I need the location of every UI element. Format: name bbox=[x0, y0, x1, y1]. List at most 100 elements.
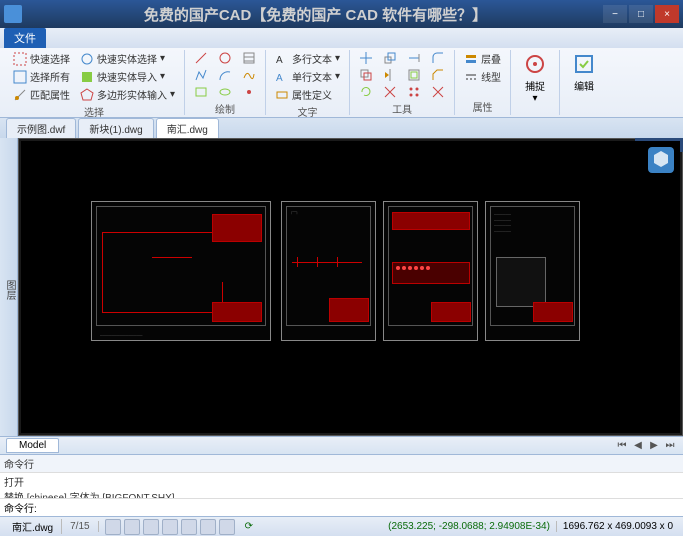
ribbon-group-label: 绘制 bbox=[191, 100, 259, 117]
snap-toggle[interactable] bbox=[105, 519, 121, 535]
app-logo bbox=[4, 5, 22, 23]
drawing-sheet: ─────────────── bbox=[91, 201, 271, 341]
ellipse-tool[interactable] bbox=[215, 84, 235, 100]
move-tool[interactable] bbox=[356, 50, 376, 66]
maximize-button[interactable]: □ bbox=[629, 5, 653, 23]
ribbon-group-props: 层叠 线型 属性 bbox=[455, 50, 511, 115]
ribbon: 快速选择 选择所有 匹配属性 快速实体选择▾ 快速实体导入▾ 多边形实体输入▾ … bbox=[0, 48, 683, 118]
ribbon-group-select: 快速选择 选择所有 匹配属性 快速实体选择▾ 快速实体导入▾ 多边形实体输入▾ … bbox=[4, 50, 185, 115]
array-tool[interactable] bbox=[404, 84, 424, 100]
fillet-tool[interactable] bbox=[428, 50, 448, 66]
point-tool[interactable] bbox=[239, 84, 259, 100]
edit-button[interactable]: 编辑 bbox=[566, 50, 602, 95]
polyline-tool[interactable] bbox=[191, 67, 211, 83]
titlebar: 免费的国产CAD【免费的国产 CAD 软件有哪些？】 − □ × bbox=[0, 0, 683, 28]
drawing-canvas[interactable]: ─────────────── ┌─┐ bbox=[21, 141, 680, 433]
model-tab[interactable]: Model bbox=[6, 438, 59, 453]
copy-tool[interactable] bbox=[356, 67, 376, 83]
quick-entity-import-button[interactable]: 快速实体导入▾ bbox=[77, 68, 178, 85]
status-file: 南汇.dwg bbox=[4, 519, 62, 534]
ribbon-group-draw: 绘制 bbox=[185, 50, 266, 115]
document-tabs: 示例图.dwf 新块(1).dwg 南汇.dwg bbox=[0, 118, 683, 138]
viewcube-icon[interactable] bbox=[648, 147, 674, 173]
statusbar: 南汇.dwg 7/15 ⟳ (2653.225; -298.0688; 2.94… bbox=[0, 516, 683, 536]
spline-tool[interactable] bbox=[239, 67, 259, 83]
drawing-sheet: ──────────────────────── bbox=[485, 201, 580, 341]
status-coords: (2653.225; -298.0688; 2.94908E-34) bbox=[382, 521, 556, 532]
mirror-tool[interactable] bbox=[380, 67, 400, 83]
extend-tool[interactable] bbox=[404, 50, 424, 66]
scale-tool[interactable] bbox=[380, 50, 400, 66]
close-button[interactable]: × bbox=[655, 5, 679, 23]
circle-tool[interactable] bbox=[215, 50, 235, 66]
chamfer-tool[interactable] bbox=[428, 67, 448, 83]
doc-tab[interactable]: 新块(1).dwg bbox=[78, 118, 153, 138]
snap-button[interactable]: 捕捉▾ bbox=[517, 50, 553, 106]
command-input[interactable] bbox=[37, 502, 679, 513]
polygon-entity-input-button[interactable]: 多边形实体输入▾ bbox=[77, 86, 178, 103]
otrack-toggle[interactable] bbox=[200, 519, 216, 535]
line-tool[interactable] bbox=[191, 50, 211, 66]
tab-nav-first[interactable]: ⏮ bbox=[615, 439, 629, 453]
command-header: 命令行 bbox=[0, 455, 683, 472]
ribbon-group-tools: 工具 bbox=[350, 50, 455, 115]
menubar: 文件 bbox=[0, 28, 683, 48]
workspace: 图层 左侧栏 − ❐ × ─────────────── bbox=[0, 138, 683, 436]
tab-nav-prev[interactable]: ◀ bbox=[631, 439, 645, 453]
layers-button[interactable]: 层叠 bbox=[461, 50, 504, 67]
log-line: 打开 bbox=[4, 474, 679, 489]
attdef-button[interactable]: 属性定义 bbox=[272, 86, 343, 103]
osnap-toggle[interactable] bbox=[181, 519, 197, 535]
tab-nav-last[interactable]: ⏭ bbox=[663, 439, 677, 453]
grid-toggle[interactable] bbox=[124, 519, 140, 535]
tab-nav: ⏮ ◀ ▶ ⏭ bbox=[615, 439, 677, 453]
arc-tool[interactable] bbox=[215, 67, 235, 83]
command-area: 命令行 打开 替换 [chinese] 字体为 [BIGFONT.SHX] 命令… bbox=[0, 454, 683, 516]
polar-toggle[interactable] bbox=[162, 519, 178, 535]
command-prompt: 命令行: bbox=[0, 498, 683, 516]
explode-tool[interactable] bbox=[428, 84, 448, 100]
svg-text:A: A bbox=[276, 73, 283, 84]
lwt-toggle[interactable] bbox=[219, 519, 235, 535]
model-layout-tabs: Model ⏮ ◀ ▶ ⏭ bbox=[0, 436, 683, 454]
ribbon-group-label: 工具 bbox=[356, 100, 448, 117]
rotate-tool[interactable] bbox=[356, 84, 376, 100]
log-line: 替换 [chinese] 字体为 [BIGFONT.SHX] bbox=[4, 489, 679, 498]
select-all-button[interactable]: 选择所有 bbox=[10, 68, 73, 85]
tab-nav-next[interactable]: ▶ bbox=[647, 439, 661, 453]
prompt-label: 命令行: bbox=[4, 500, 37, 515]
mtext-button[interactable]: A多行文本▾ bbox=[272, 50, 343, 67]
ribbon-group-snap: 捕捉▾ bbox=[511, 50, 560, 115]
window-title: 免费的国产CAD【免费的国产 CAD 软件有哪些？】 bbox=[28, 4, 603, 25]
ribbon-group-label: 属性 bbox=[461, 98, 504, 115]
status-scale: 1696.762 x 469.0093 x 0 bbox=[556, 521, 679, 532]
ribbon-group-text: A多行文本▾ A单行文本▾ 属性定义 文字 bbox=[266, 50, 350, 115]
canvas-viewport[interactable]: − ❐ × ─────────────── bbox=[18, 138, 683, 436]
quick-select-button[interactable]: 快速选择 bbox=[10, 50, 73, 67]
minimize-button[interactable]: − bbox=[603, 5, 627, 23]
side-panel[interactable]: 图层 左侧栏 bbox=[0, 138, 18, 436]
status-toggles bbox=[99, 519, 241, 535]
drawing-sheet: ┌─┐ bbox=[281, 201, 376, 341]
doc-tab[interactable]: 示例图.dwf bbox=[6, 118, 76, 138]
hatch-tool[interactable] bbox=[239, 50, 259, 66]
ribbon-group-label: 文字 bbox=[272, 103, 343, 120]
drawing-sheet bbox=[383, 201, 478, 341]
trim-tool[interactable] bbox=[380, 84, 400, 100]
window-controls: − □ × bbox=[603, 5, 679, 23]
linetype-button[interactable]: 线型 bbox=[461, 68, 504, 85]
side-tab-layers[interactable]: 图层 bbox=[2, 280, 17, 300]
rect-tool[interactable] bbox=[191, 84, 211, 100]
doc-tab-active[interactable]: 南汇.dwg bbox=[156, 118, 219, 138]
status-page: 7/15 bbox=[62, 521, 98, 532]
refresh-icon[interactable]: ⟳ bbox=[241, 521, 257, 532]
offset-tool[interactable] bbox=[404, 67, 424, 83]
match-props-button[interactable]: 匹配属性 bbox=[10, 86, 73, 103]
command-log: 打开 替换 [chinese] 字体为 [BIGFONT.SHX] bbox=[0, 472, 683, 498]
ribbon-group-edit: 编辑 bbox=[560, 50, 608, 115]
svg-text:A: A bbox=[276, 55, 283, 66]
quick-entity-select-button[interactable]: 快速实体选择▾ bbox=[77, 50, 178, 67]
ortho-toggle[interactable] bbox=[143, 519, 159, 535]
file-menu-tab[interactable]: 文件 bbox=[4, 28, 46, 48]
text-button[interactable]: A单行文本▾ bbox=[272, 68, 343, 85]
